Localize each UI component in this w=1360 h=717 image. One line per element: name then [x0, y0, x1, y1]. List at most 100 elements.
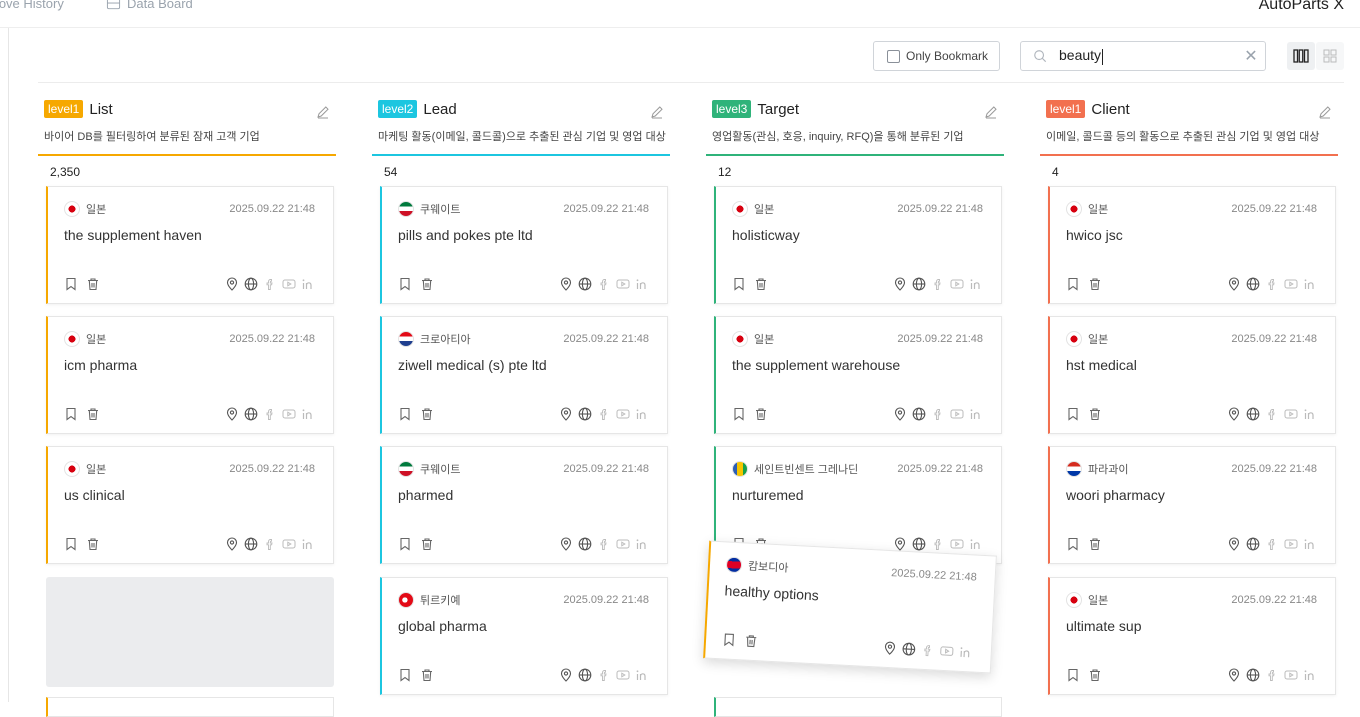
- youtube-icon[interactable]: [282, 537, 296, 551]
- bookmark-icon[interactable]: [64, 407, 78, 421]
- facebook-icon[interactable]: [931, 277, 945, 291]
- youtube-icon[interactable]: [950, 537, 964, 551]
- only-bookmark-toggle[interactable]: Only Bookmark: [873, 41, 1000, 71]
- facebook-icon[interactable]: [597, 277, 611, 291]
- company-card-partial[interactable]: [714, 697, 1002, 717]
- location-icon[interactable]: [225, 277, 239, 291]
- checkbox-icon[interactable]: [887, 50, 900, 63]
- facebook-icon[interactable]: [1265, 537, 1279, 551]
- company-name[interactable]: global pharma: [398, 618, 487, 634]
- globe-icon[interactable]: [578, 668, 592, 682]
- linkedin-icon[interactable]: [635, 407, 649, 421]
- company-card[interactable]: 일본 2025.09.22 21:48 ultimate sup: [1048, 577, 1336, 695]
- globe-icon[interactable]: [912, 277, 926, 291]
- location-icon[interactable]: [1227, 668, 1241, 682]
- dragging-card[interactable]: 캄보디아 2025.09.22 21:48 healthy options: [703, 541, 997, 674]
- trash-icon[interactable]: [1088, 668, 1102, 682]
- bookmark-icon[interactable]: [398, 407, 412, 421]
- globe-icon[interactable]: [1246, 668, 1260, 682]
- youtube-icon[interactable]: [939, 644, 954, 659]
- linkedin-icon[interactable]: [635, 277, 649, 291]
- globe-icon[interactable]: [1246, 407, 1260, 421]
- location-icon[interactable]: [893, 277, 907, 291]
- company-name[interactable]: hst medical: [1066, 357, 1137, 373]
- linkedin-icon[interactable]: [1303, 277, 1317, 291]
- facebook-icon[interactable]: [263, 537, 277, 551]
- facebook-icon[interactable]: [931, 537, 945, 551]
- youtube-icon[interactable]: [1284, 668, 1298, 682]
- trash-icon[interactable]: [1088, 277, 1102, 291]
- linkedin-icon[interactable]: [301, 277, 315, 291]
- company-name[interactable]: ziwell medical (s) pte ltd: [398, 357, 547, 373]
- globe-icon[interactable]: [912, 407, 926, 421]
- youtube-icon[interactable]: [282, 277, 296, 291]
- company-name[interactable]: hwico jsc: [1066, 227, 1123, 243]
- trash-icon[interactable]: [420, 668, 434, 682]
- pencil-icon[interactable]: [650, 105, 664, 119]
- company-card[interactable]: 일본 2025.09.22 21:48 the supplement haven: [46, 186, 334, 304]
- bookmark-icon[interactable]: [1066, 537, 1080, 551]
- pencil-icon[interactable]: [1318, 105, 1332, 119]
- trash-icon[interactable]: [420, 537, 434, 551]
- trash-icon[interactable]: [420, 407, 434, 421]
- pencil-icon[interactable]: [316, 105, 330, 119]
- location-icon[interactable]: [883, 641, 898, 656]
- pencil-icon[interactable]: [984, 105, 998, 119]
- facebook-icon[interactable]: [1265, 407, 1279, 421]
- company-card[interactable]: 쿠웨이트 2025.09.22 21:48 pills and pokes pt…: [380, 186, 668, 304]
- youtube-icon[interactable]: [950, 407, 964, 421]
- company-card[interactable]: 일본 2025.09.22 21:48 the supplement wareh…: [714, 316, 1002, 434]
- company-card[interactable]: 일본 2025.09.22 21:48 hst medical: [1048, 316, 1336, 434]
- youtube-icon[interactable]: [1284, 277, 1298, 291]
- bookmark-icon[interactable]: [64, 277, 78, 291]
- linkedin-icon[interactable]: [969, 277, 983, 291]
- company-card[interactable]: 일본 2025.09.22 21:48 hwico jsc: [1048, 186, 1336, 304]
- location-icon[interactable]: [893, 407, 907, 421]
- trash-icon[interactable]: [744, 634, 759, 649]
- linkedin-icon[interactable]: [301, 407, 315, 421]
- company-name[interactable]: healthy options: [724, 582, 819, 603]
- company-card[interactable]: 일본 2025.09.22 21:48 holisticway: [714, 186, 1002, 304]
- facebook-icon[interactable]: [920, 643, 935, 658]
- youtube-icon[interactable]: [950, 277, 964, 291]
- trash-icon[interactable]: [86, 277, 100, 291]
- facebook-icon[interactable]: [597, 668, 611, 682]
- bookmark-icon[interactable]: [732, 277, 746, 291]
- bookmark-icon[interactable]: [1066, 668, 1080, 682]
- company-card[interactable]: 파라과이 2025.09.22 21:48 woori pharmacy: [1048, 446, 1336, 564]
- youtube-icon[interactable]: [282, 407, 296, 421]
- company-name[interactable]: pharmed: [398, 487, 453, 503]
- bookmark-icon[interactable]: [732, 407, 746, 421]
- youtube-icon[interactable]: [616, 407, 630, 421]
- linkedin-icon[interactable]: [958, 645, 973, 660]
- nav-data-board[interactable]: Data Board: [106, 0, 193, 11]
- location-icon[interactable]: [559, 668, 573, 682]
- globe-icon[interactable]: [578, 407, 592, 421]
- column-view-button[interactable]: [1287, 42, 1315, 70]
- facebook-icon[interactable]: [597, 537, 611, 551]
- globe-icon[interactable]: [902, 642, 917, 657]
- trash-icon[interactable]: [86, 407, 100, 421]
- linkedin-icon[interactable]: [301, 537, 315, 551]
- linkedin-icon[interactable]: [635, 537, 649, 551]
- company-name[interactable]: the supplement haven: [64, 227, 202, 243]
- search-box[interactable]: beauty ✕: [1020, 41, 1266, 71]
- bookmark-icon[interactable]: [398, 537, 412, 551]
- company-card[interactable]: 쿠웨이트 2025.09.22 21:48 pharmed: [380, 446, 668, 564]
- trash-icon[interactable]: [1088, 537, 1102, 551]
- company-card[interactable]: 일본 2025.09.22 21:48 icm pharma: [46, 316, 334, 434]
- trash-icon[interactable]: [754, 407, 768, 421]
- youtube-icon[interactable]: [616, 277, 630, 291]
- location-icon[interactable]: [559, 277, 573, 291]
- location-icon[interactable]: [225, 407, 239, 421]
- globe-icon[interactable]: [578, 537, 592, 551]
- globe-icon[interactable]: [244, 407, 258, 421]
- company-name[interactable]: us clinical: [64, 487, 125, 503]
- globe-icon[interactable]: [244, 277, 258, 291]
- facebook-icon[interactable]: [1265, 277, 1279, 291]
- company-name[interactable]: pills and pokes pte ltd: [398, 227, 533, 243]
- location-icon[interactable]: [1227, 537, 1241, 551]
- facebook-icon[interactable]: [1265, 668, 1279, 682]
- grid-view-button[interactable]: [1316, 42, 1344, 70]
- linkedin-icon[interactable]: [969, 537, 983, 551]
